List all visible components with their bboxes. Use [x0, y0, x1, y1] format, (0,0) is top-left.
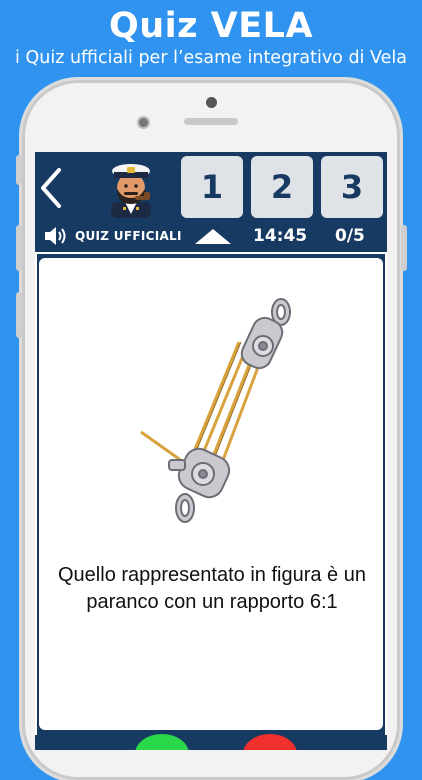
top-bar: 1 2 3 QUIZ UFFICIALI 14:45 0/5 [35, 152, 387, 252]
phone-volume-down [16, 292, 22, 338]
promo-subtitle: i Quiz ufficiali per l’esame integrativo… [15, 48, 407, 68]
expand-up-icon[interactable] [195, 229, 231, 244]
app-screen: 1 2 3 QUIZ UFFICIALI 14:45 0/5 Quello ra… [35, 152, 387, 750]
captain-avatar-icon [111, 164, 151, 218]
phone-power-button [401, 225, 407, 271]
answer-button-2[interactable]: 2 [251, 156, 313, 218]
chevron-left-icon [41, 168, 61, 208]
timer: 14:45 [253, 226, 308, 246]
phone-sensor [206, 97, 217, 108]
bottom-bar [35, 735, 387, 750]
question-card: Quello rappresentato in figura è un para… [39, 258, 383, 730]
answer-button-3[interactable]: 3 [321, 156, 383, 218]
back-button[interactable] [37, 166, 65, 210]
question-text: Quello rappresentato in figura è un para… [58, 564, 366, 613]
phone-volume-up [16, 225, 22, 271]
quiz-mode-label: QUIZ UFFICIALI [75, 229, 182, 243]
phone-camera [139, 118, 148, 127]
content-area: Quello rappresentato in figura è un para… [37, 254, 385, 750]
phone-earpiece [184, 118, 238, 125]
phone-side-button [16, 155, 22, 185]
promo-title: Quiz VELA [108, 6, 314, 46]
question-progress: 0/5 [335, 226, 365, 246]
speaker-icon[interactable] [43, 225, 69, 247]
answer-button-1[interactable]: 1 [181, 156, 243, 218]
pulley-block-icon [140, 298, 291, 523]
